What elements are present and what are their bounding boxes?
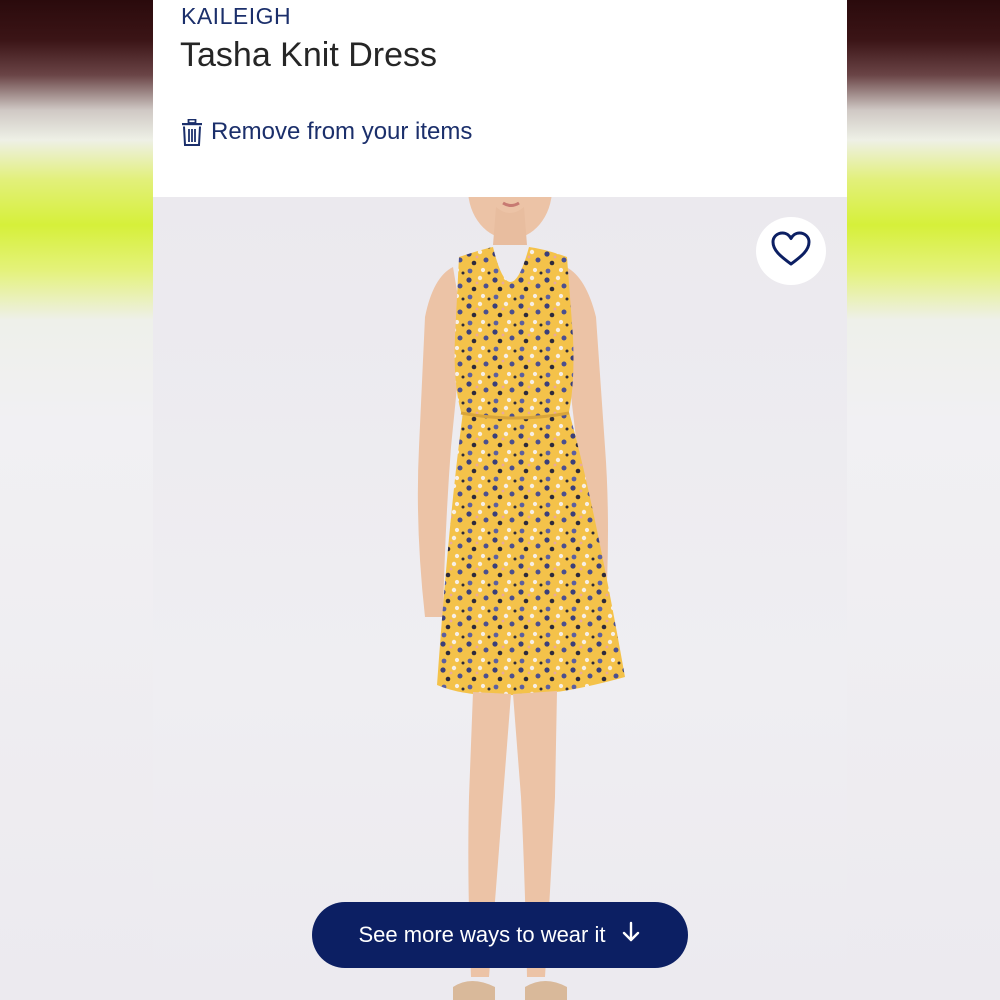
remove-from-items-label: Remove from your items bbox=[211, 118, 473, 145]
product-header: KAILEIGH Tasha Knit Dress Remove from yo… bbox=[153, 0, 847, 197]
heart-outline-icon bbox=[770, 231, 812, 272]
arrow-down-icon bbox=[621, 921, 641, 949]
left-blurred-gutter bbox=[0, 0, 153, 1000]
brand-name: KAILEIGH bbox=[181, 3, 292, 29]
favorite-button[interactable] bbox=[756, 217, 826, 285]
product-image: See more ways to wear it bbox=[153, 197, 847, 1000]
see-more-ways-label: See more ways to wear it bbox=[358, 922, 606, 947]
product-title: Tasha Knit Dress bbox=[180, 36, 437, 74]
see-more-ways-button[interactable]: See more ways to wear it bbox=[312, 902, 688, 968]
right-blurred-gutter bbox=[847, 0, 1000, 1000]
model-wearing-dress-illustration bbox=[417, 197, 625, 1000]
trash-icon bbox=[181, 118, 203, 146]
product-panel: KAILEIGH Tasha Knit Dress Remove from yo… bbox=[153, 0, 847, 1000]
remove-from-items-button[interactable]: Remove from your items bbox=[181, 118, 472, 146]
